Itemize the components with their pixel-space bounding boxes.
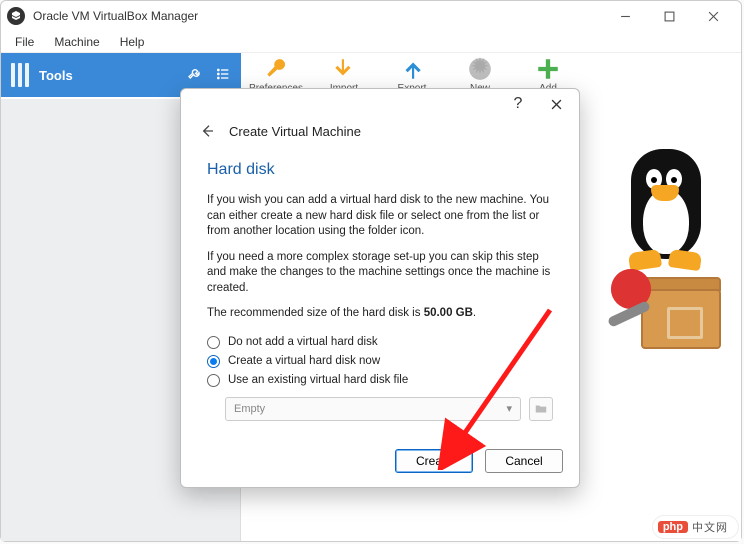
radio-no-disk[interactable]: Do not add a virtual hard disk bbox=[207, 336, 553, 349]
watermark-brand: php bbox=[658, 521, 688, 533]
watermark-text: 中文网 bbox=[692, 519, 728, 535]
radio-use-existing[interactable]: Use an existing virtual hard disk file bbox=[207, 374, 553, 387]
paragraph-1: If you wish you can add a virtual hard d… bbox=[207, 193, 553, 240]
section-heading: Hard disk bbox=[207, 161, 553, 179]
recommended-size-value: 50.00 GB bbox=[424, 307, 473, 319]
radio-use-existing-label: Use an existing virtual hard disk file bbox=[228, 374, 408, 386]
watermark: php 中文网 bbox=[653, 516, 738, 538]
paragraph-2: If you need a more complex storage set-u… bbox=[207, 250, 553, 297]
minimize-button[interactable] bbox=[603, 2, 647, 30]
menu-help[interactable]: Help bbox=[110, 33, 155, 51]
dialog-body: Hard disk If you wish you can add a virt… bbox=[181, 149, 579, 439]
menu-machine[interactable]: Machine bbox=[44, 33, 109, 51]
menu-file[interactable]: File bbox=[5, 33, 44, 51]
dialog-titlebar: ? bbox=[181, 89, 579, 119]
dialog-help-button[interactable]: ? bbox=[499, 91, 537, 117]
toolbox-image bbox=[611, 259, 731, 359]
disk-options: Do not add a virtual hard disk Create a … bbox=[207, 336, 553, 387]
dialog-footer: Create Cancel bbox=[181, 439, 579, 487]
dialog-close-button[interactable] bbox=[537, 91, 575, 117]
tools-icon bbox=[11, 63, 29, 87]
create-button[interactable]: Create bbox=[395, 449, 473, 473]
titlebar: Oracle VM VirtualBox Manager bbox=[1, 1, 741, 31]
list-icon[interactable] bbox=[215, 66, 231, 85]
maximize-button[interactable] bbox=[647, 2, 691, 30]
tools-label: Tools bbox=[39, 68, 187, 83]
chevron-down-icon: ▾ bbox=[506, 402, 512, 415]
radio-create-now-label: Create a virtual hard disk now bbox=[228, 355, 380, 367]
back-arrow-icon[interactable] bbox=[199, 123, 215, 139]
window-title: Oracle VM VirtualBox Manager bbox=[33, 9, 603, 23]
wrench-icon[interactable] bbox=[187, 66, 203, 85]
dialog-header: Create Virtual Machine bbox=[181, 119, 579, 149]
dialog-title: Create Virtual Machine bbox=[229, 124, 361, 139]
browse-folder-button[interactable] bbox=[529, 397, 553, 421]
file-combo[interactable]: Empty ▾ bbox=[225, 397, 521, 421]
radio-no-disk-label: Do not add a virtual hard disk bbox=[228, 336, 378, 348]
recommended-size: The recommended size of the hard disk is… bbox=[207, 306, 553, 322]
existing-file-selector: Empty ▾ bbox=[225, 397, 553, 421]
close-button[interactable] bbox=[691, 2, 735, 30]
app-icon bbox=[7, 7, 25, 25]
create-vm-dialog: ? Create Virtual Machine Hard disk If yo… bbox=[180, 88, 580, 488]
radio-create-now[interactable]: Create a virtual hard disk now bbox=[207, 355, 553, 368]
file-combo-value: Empty bbox=[234, 403, 265, 415]
menubar: File Machine Help bbox=[1, 31, 741, 53]
cancel-button[interactable]: Cancel bbox=[485, 449, 563, 473]
